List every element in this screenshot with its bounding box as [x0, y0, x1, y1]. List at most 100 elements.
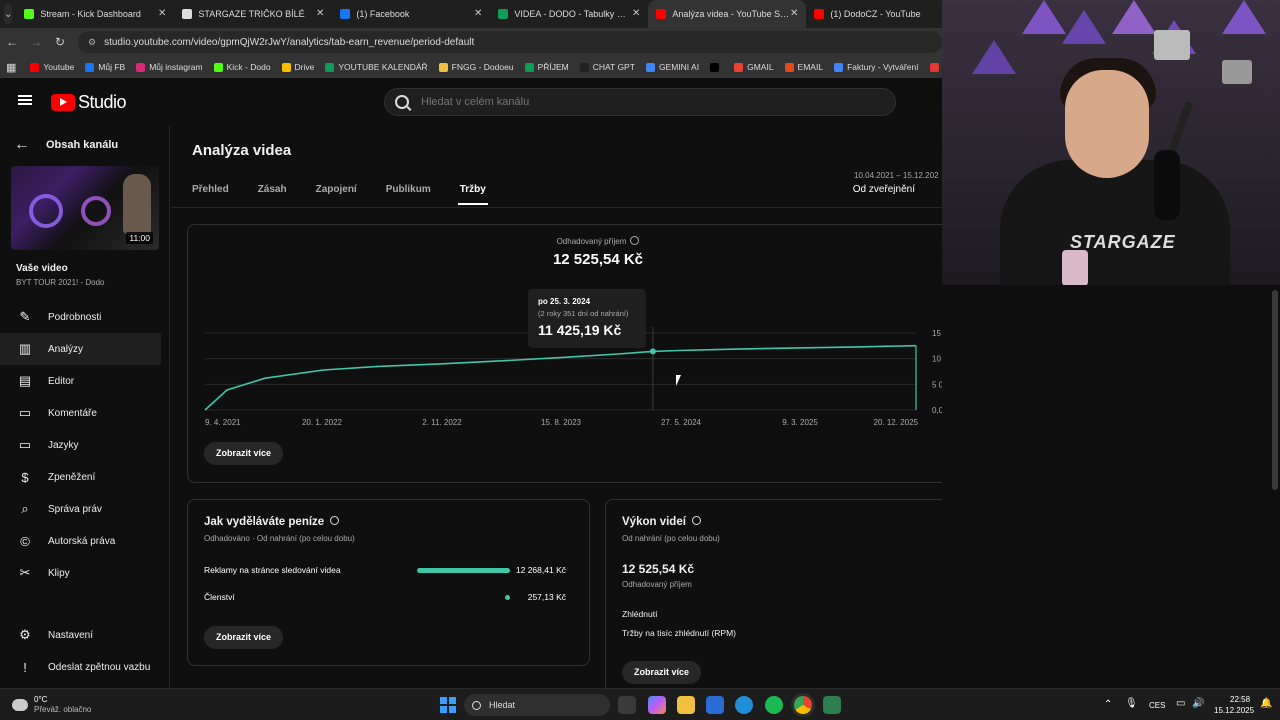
browser-tab[interactable]: Analýza videa - YouTube Studio ✕ — [648, 0, 807, 28]
apps-grid-icon[interactable]: ▦ — [6, 61, 16, 74]
bookmarks-bar: ▦ Youtube Můj FB Můj instagram Kick - Dodo D… — [0, 56, 942, 78]
back-arrow-icon[interactable]: ← — [0, 35, 24, 49]
copilot-icon[interactable] — [648, 696, 666, 714]
sidebar-item[interactable]: ⌕ Správa práv — [0, 493, 170, 525]
spotify-icon[interactable] — [765, 696, 783, 714]
sidebar-item[interactable]: ⚙ Nastavení — [0, 619, 170, 651]
close-icon[interactable]: ✕ — [632, 8, 640, 19]
reload-icon[interactable]: ↻ — [48, 35, 72, 49]
browser-tab[interactable]: (1) DodoCZ - YouTube✕ — [806, 0, 964, 28]
bookmark-label: YOUTUBE KALENDÁŘ — [338, 62, 428, 72]
windows-taskbar: 0°C Převáž. oblačno Hledat ⌃ 🎙 CES ▭ 🔊 2… — [0, 688, 1280, 720]
search-input[interactable] — [421, 96, 821, 108]
file-explorer-icon[interactable] — [677, 696, 695, 714]
sidebar-item[interactable]: ▥ Analýzy — [0, 333, 161, 365]
cup — [1062, 250, 1088, 285]
page-scrollbar[interactable] — [1272, 290, 1278, 490]
clock-icon[interactable] — [330, 516, 340, 526]
bookmark[interactable]: EMAIL — [784, 62, 823, 72]
sidebar-item[interactable]: ✂ Klipy — [0, 557, 170, 589]
browser-tab[interactable]: (1) Facebook ✕ — [332, 0, 490, 28]
app-icon[interactable] — [823, 696, 841, 714]
analytics-tab[interactable]: Publikum — [386, 184, 431, 205]
windows-start-icon[interactable] — [440, 697, 456, 713]
bookmark[interactable]: YOUTUBE KALENDÁŘ — [325, 62, 428, 72]
tab-favicon-icon — [182, 9, 193, 19]
sidebar-item[interactable]: ! Odeslat zpětnou vazbu — [0, 651, 170, 683]
sidebar-item-label: Zpeněžení — [48, 471, 96, 483]
forward-arrow-icon[interactable]: → — [24, 35, 48, 49]
sidebar-item-label: Správa práv — [48, 503, 102, 515]
show-more-button[interactable]: Zobrazit více — [204, 626, 284, 649]
browser-tab[interactable]: STARGAZE TRIČKO BÍLÉ ✕ — [174, 0, 332, 28]
sidebar-item[interactable]: ▭ Jazyky — [0, 429, 170, 461]
task-view-icon[interactable] — [618, 696, 636, 714]
pencil-icon: ✎ — [19, 309, 31, 324]
analytics-tab[interactable]: Tržby — [457, 184, 488, 205]
sidebar-item[interactable]: ▤ Editor — [0, 365, 170, 397]
bookmark[interactable] — [710, 62, 723, 72]
tab-favicon-icon — [814, 9, 825, 19]
channel-search[interactable] — [384, 88, 896, 116]
close-icon[interactable]: ✕ — [158, 8, 166, 19]
menu-icon[interactable] — [18, 95, 32, 105]
store-icon[interactable] — [706, 696, 724, 714]
volume-icon[interactable]: 🔊 — [1192, 698, 1204, 709]
clock-icon[interactable] — [691, 516, 701, 526]
bookmark[interactable]: FNGG - Dodoeu — [438, 62, 514, 72]
sidebar-item[interactable]: ✎ Podrobnosti — [0, 301, 170, 333]
microphone-icon[interactable]: 🎙 — [1125, 698, 1138, 709]
language-indicator[interactable]: CES — [1149, 701, 1165, 710]
bookmark[interactable]: Můj FB — [85, 62, 125, 72]
revenue-line-chart[interactable]: 15 000,00 Kč10 000,00 Kč5 000,00 Kč0,00 … — [188, 225, 1009, 484]
date-period-label[interactable]: Od zveřejnění — [853, 184, 915, 195]
browser-tab[interactable]: Stream - Kick Dashboard ✕ — [16, 0, 174, 28]
sidebar-item-label: Nastavení — [48, 629, 94, 641]
notification-icon[interactable]: 🔔 — [1260, 698, 1272, 709]
analytics-tab[interactable]: Zapojení — [316, 184, 357, 205]
bookmark[interactable]: Faktury - Vytváření — [834, 62, 919, 72]
chrome-icon[interactable] — [794, 696, 812, 714]
bookmark[interactable]: PNG to — [929, 62, 942, 72]
browser-tab[interactable]: VIDEA - DODO - Tabulky Goog ✕ — [490, 0, 648, 28]
bookmark-label: FNGG - Dodoeu — [451, 62, 514, 72]
analytics-tab[interactable]: Přehled — [192, 184, 229, 205]
tab-favicon-icon — [498, 9, 509, 19]
close-icon[interactable]: ✕ — [474, 8, 482, 19]
show-more-button[interactable]: Zobrazit více — [622, 661, 702, 684]
analytics-tab[interactable]: Zásah — [258, 184, 287, 205]
taskbar-search-text: Hledat — [489, 700, 516, 710]
sidebar-item[interactable]: $ Zpeněžení — [0, 461, 170, 493]
thumbnail-decor — [81, 196, 111, 226]
date-range[interactable]: 10.04.2021 – 15.12.202 — [854, 171, 942, 180]
network-icon[interactable]: ▭ — [1176, 698, 1185, 709]
url-field[interactable]: ⚙ studio.youtube.com/video/gpmQjW2rJwY/a… — [78, 31, 942, 53]
sidebar-item[interactable]: © Autorská práva — [0, 525, 170, 557]
clock-date[interactable]: 15.12.2025 — [1214, 706, 1254, 715]
clock-time[interactable]: 22:58 — [1230, 695, 1250, 704]
bookmark[interactable]: GMAIL — [734, 62, 774, 72]
bookmark[interactable]: Můj instagram — [136, 62, 203, 72]
video-thumbnail[interactable]: 11:00 — [11, 166, 159, 250]
chevron-up-icon[interactable]: ⌃ — [1104, 699, 1112, 710]
bookmark[interactable]: Kick - Dodo — [213, 62, 271, 72]
site-info-icon[interactable]: ⚙ — [88, 37, 96, 48]
revenue-row: Reklamy na stránce sledování videa 12 268… — [204, 565, 574, 575]
weather-widget[interactable]: 0°C Převáž. oblačno — [12, 695, 91, 714]
edge-icon[interactable] — [735, 696, 753, 714]
close-icon[interactable]: ✕ — [316, 8, 324, 19]
bookmark[interactable]: Youtube — [30, 62, 74, 72]
bookmark[interactable]: GEMINI AI — [645, 62, 699, 72]
taskbar-search[interactable]: Hledat — [464, 694, 610, 716]
bookmark[interactable]: Drive — [281, 62, 314, 72]
weather-desc: Převáž. oblačno — [34, 705, 92, 714]
studio-logo[interactable]: Studio — [51, 92, 127, 113]
tab-search-menu[interactable]: ⌄ — [4, 4, 13, 24]
show-more-button[interactable]: Zobrazit více — [204, 442, 284, 465]
sidebar-item[interactable]: ▭ Komentáře — [0, 397, 170, 429]
close-icon[interactable]: ✕ — [790, 8, 798, 19]
bookmark[interactable]: PŘÍJEM — [524, 62, 569, 72]
back-to-content-button[interactable]: ← Obsah kanálu — [14, 136, 118, 154]
bookmark[interactable]: CHAT GPT — [579, 62, 635, 72]
bookmark-label: Můj instagram — [149, 62, 203, 72]
